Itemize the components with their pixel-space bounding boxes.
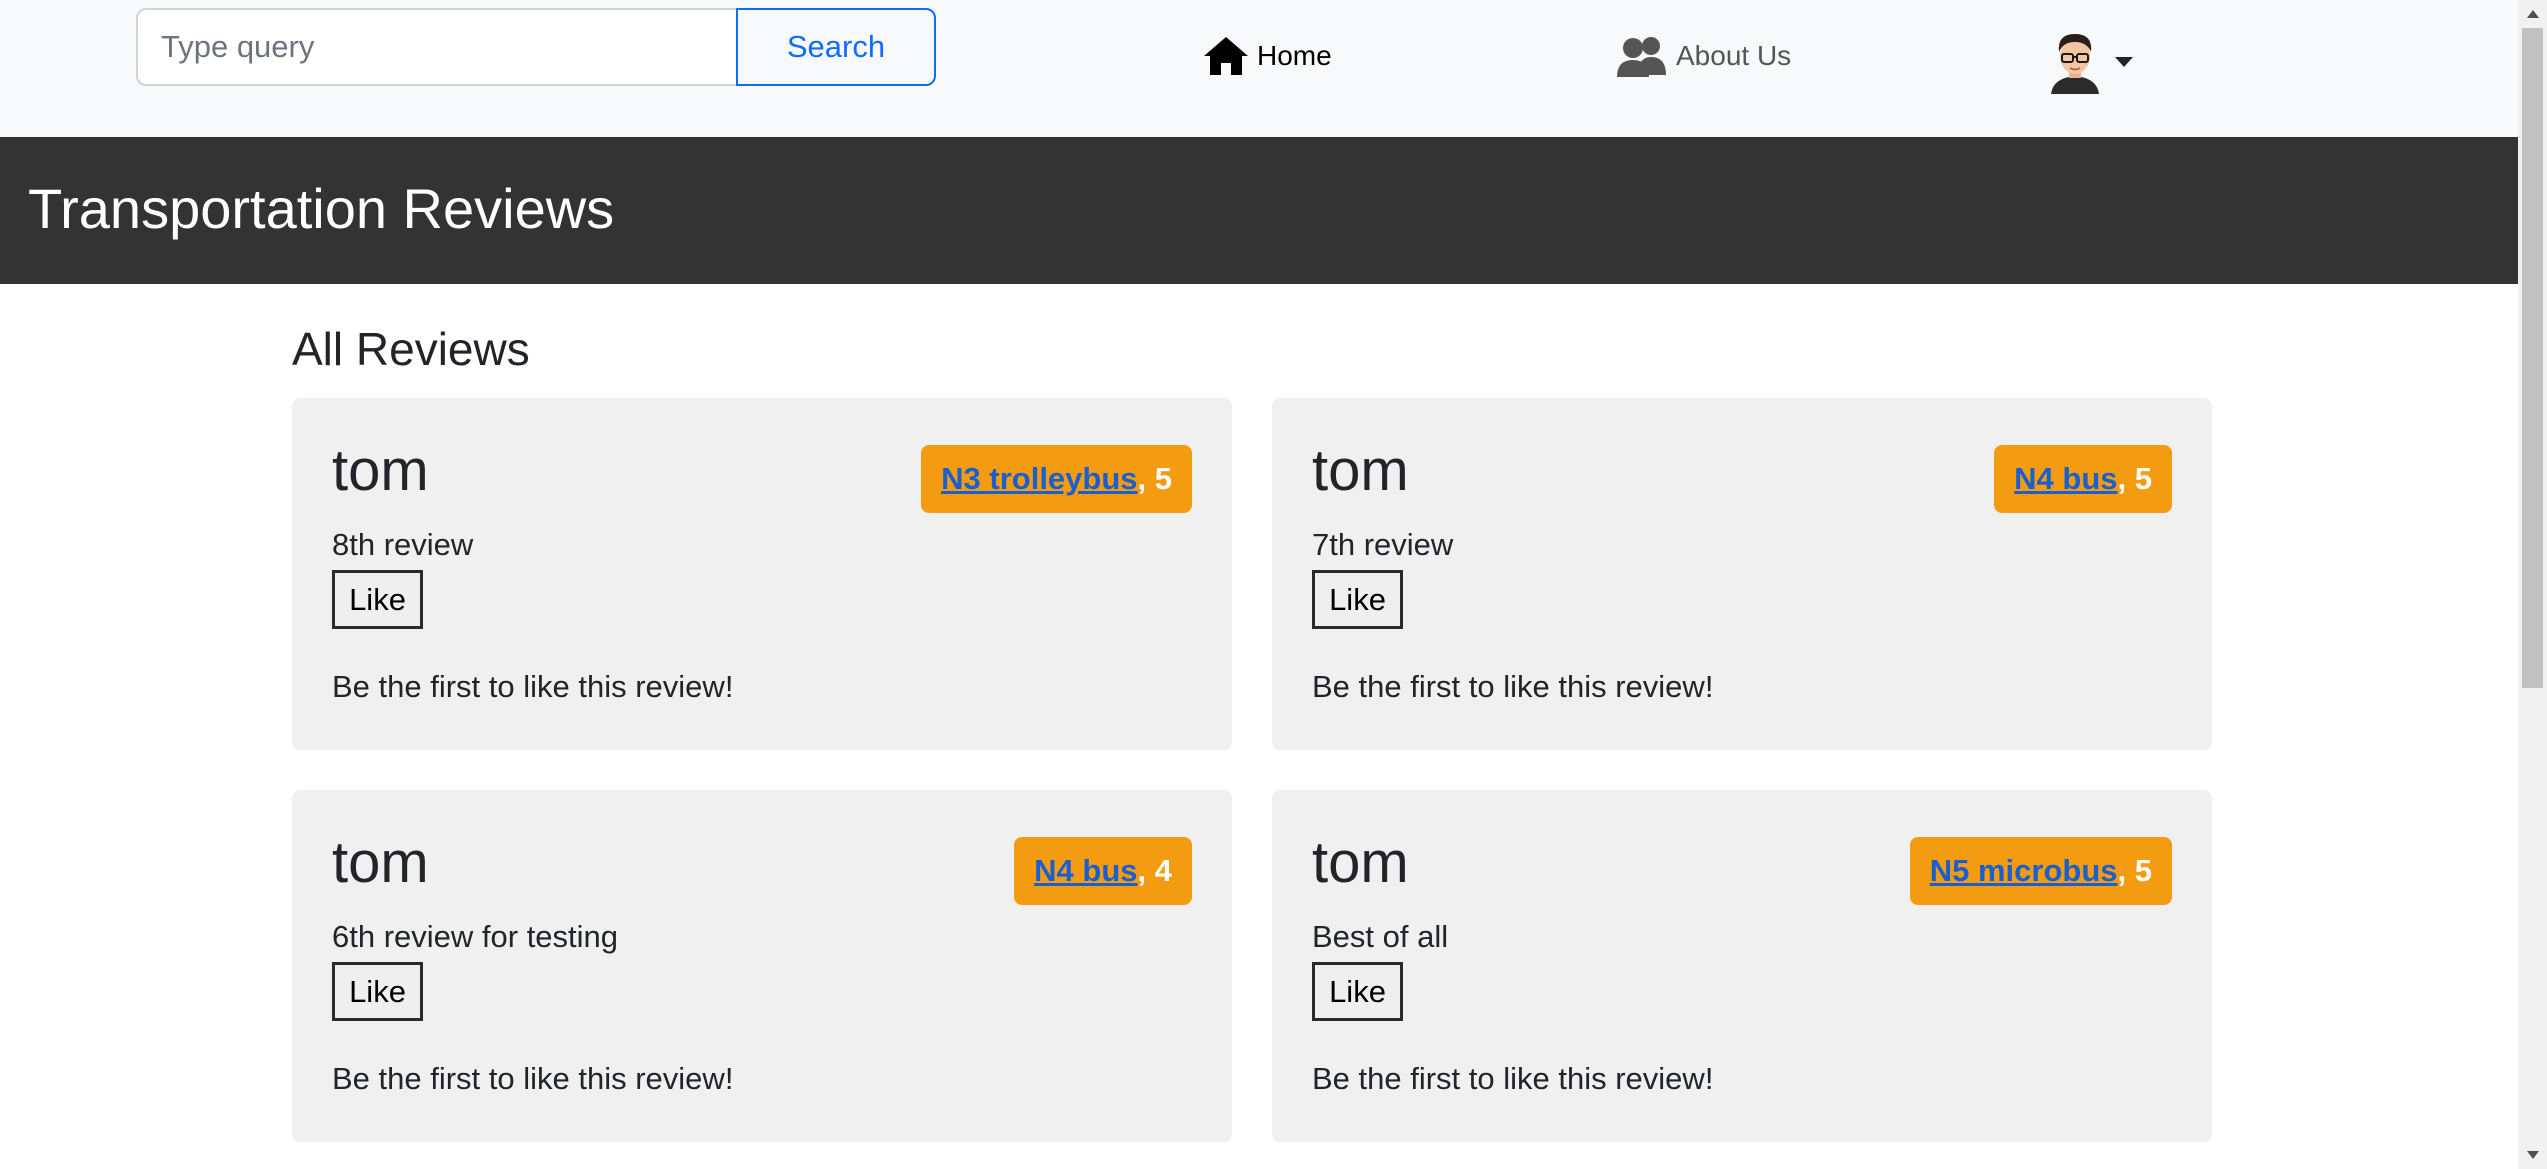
nav-home-link[interactable]: Home: [1203, 28, 1332, 84]
review-card: tom N3 trolleybus, 5 8th review Like Be …: [292, 398, 1232, 750]
vehicle-link[interactable]: N5 microbus: [1930, 853, 2118, 889]
user-menu-toggle[interactable]: [2047, 30, 2133, 94]
vertical-scrollbar[interactable]: [2518, 0, 2547, 1169]
rating-badge: N4 bus, 4: [1014, 837, 1192, 905]
navbar: Search Home About Us: [0, 0, 2518, 137]
scroll-down-arrow-icon[interactable]: [2527, 1151, 2539, 1159]
rating-value: , 4: [1137, 853, 1172, 888]
review-text: 8th review: [332, 527, 474, 562]
nav-about-link[interactable]: About Us: [1616, 28, 1791, 84]
rating-badge: N5 microbus, 5: [1909, 837, 2172, 905]
review-text: Best of all: [1312, 919, 1449, 954]
scrollbar-thumb[interactable]: [2522, 28, 2543, 688]
section-title: All Reviews: [292, 323, 530, 375]
review-author: tom: [332, 438, 429, 503]
avatar: [2051, 34, 2099, 94]
page-title: Transportation Reviews: [28, 177, 615, 240]
likes-status: Be the first to like this review!: [1312, 669, 1714, 704]
review-author: tom: [1312, 830, 1409, 895]
search-input[interactable]: [136, 8, 737, 86]
like-button[interactable]: Like: [332, 570, 423, 629]
rating-badge: N3 trolleybus, 5: [921, 445, 1192, 513]
vehicle-link[interactable]: N3 trolleybus: [941, 461, 1137, 497]
search-button[interactable]: Search: [736, 8, 936, 86]
scroll-up-arrow-icon[interactable]: [2527, 10, 2539, 18]
review-card: tom N4 bus, 5 7th review Like Be the fir…: [1272, 398, 2212, 750]
likes-status: Be the first to like this review!: [332, 669, 734, 704]
page-header: Transportation Reviews: [0, 137, 2518, 284]
vehicle-link[interactable]: N4 bus: [2014, 461, 2117, 497]
review-card: tom N4 bus, 4 6th review for testing Lik…: [292, 790, 1232, 1142]
chevron-down-icon: [2115, 57, 2133, 67]
review-text: 7th review: [1312, 527, 1454, 562]
review-author: tom: [1312, 438, 1409, 503]
likes-status: Be the first to like this review!: [332, 1061, 734, 1096]
nav-about-label: About Us: [1676, 40, 1792, 71]
review-card: tom N5 microbus, 5 Best of all Like Be t…: [1272, 790, 2212, 1142]
like-button[interactable]: Like: [1312, 570, 1403, 629]
home-icon: [1203, 36, 1249, 76]
like-button[interactable]: Like: [1312, 962, 1403, 1021]
rating-value: , 5: [1137, 461, 1172, 496]
rating-badge: N4 bus, 5: [1994, 445, 2172, 513]
users-icon: [1616, 35, 1668, 77]
like-button[interactable]: Like: [332, 962, 423, 1021]
nav-home-label: Home: [1257, 40, 1332, 71]
review-author: tom: [332, 830, 429, 895]
review-text: 6th review for testing: [332, 919, 619, 954]
rating-value: , 5: [2117, 461, 2152, 496]
vehicle-link[interactable]: N4 bus: [1034, 853, 1137, 889]
rating-value: , 5: [2117, 853, 2152, 888]
likes-status: Be the first to like this review!: [1312, 1061, 1714, 1096]
